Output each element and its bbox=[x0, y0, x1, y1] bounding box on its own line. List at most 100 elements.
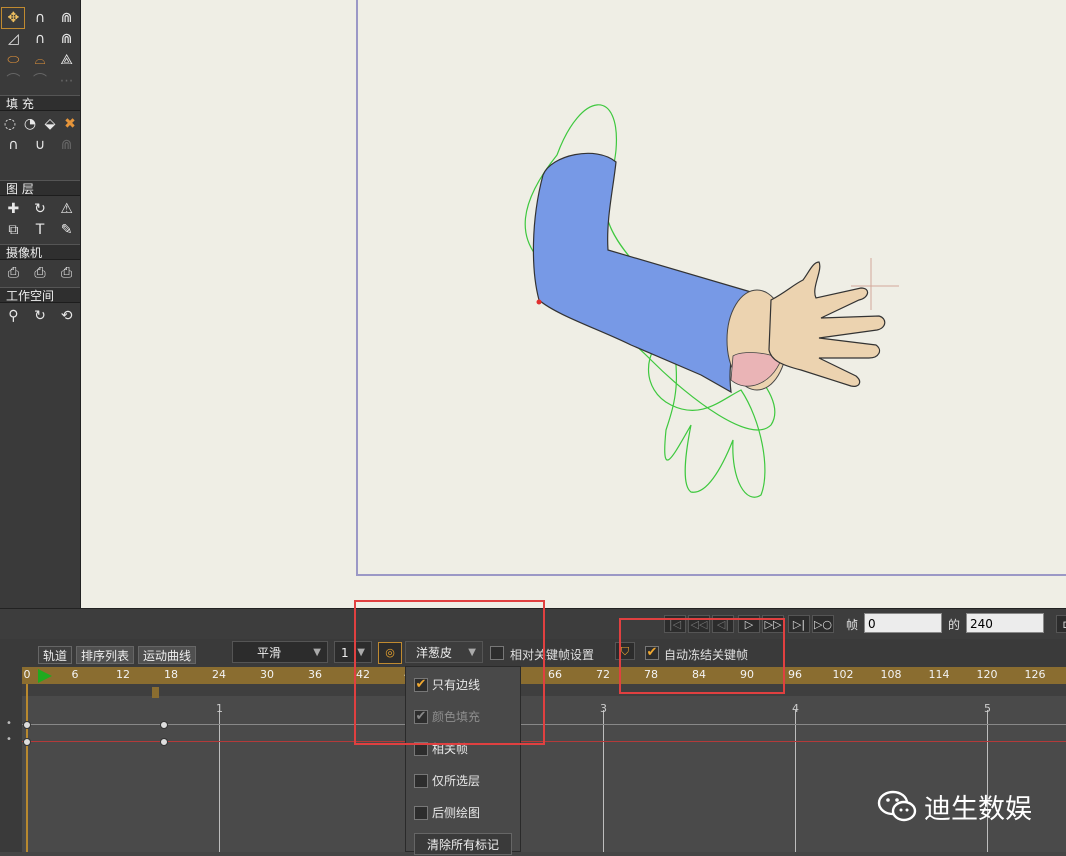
playhead-icon[interactable] bbox=[38, 669, 52, 683]
watermark: 迪生数娱 bbox=[876, 786, 1032, 826]
chevron-down-icon: ▼ bbox=[313, 647, 321, 658]
keyframe-point[interactable] bbox=[23, 721, 31, 729]
tool-row-draw-3: ⬭ ⌓ ⟁ bbox=[0, 50, 80, 70]
paint-bucket-icon[interactable]: ⬙ bbox=[40, 114, 60, 134]
frame-label: 帧 bbox=[846, 618, 859, 632]
second-marker-label: 4 bbox=[792, 702, 799, 715]
shear-icon[interactable]: ⟁ bbox=[56, 50, 78, 70]
ruler-tick-label: 12 bbox=[116, 668, 130, 681]
delete-edge-icon[interactable]: ∩ bbox=[29, 29, 51, 49]
scale-layer-icon[interactable]: ⚠ bbox=[56, 199, 78, 219]
keyframe-marker[interactable] bbox=[152, 687, 159, 698]
text-tool-icon[interactable]: T bbox=[29, 220, 51, 240]
camera-roll-icon[interactable]: ⎙ bbox=[56, 263, 78, 283]
tool-row-draw-2: ◿ ∩ ⋒ bbox=[0, 29, 80, 49]
ruler-tick-label: 126 bbox=[1024, 668, 1046, 681]
lasso-icon[interactable]: ◌ bbox=[0, 114, 20, 134]
rotate-workspace-icon[interactable]: ↻ bbox=[29, 306, 51, 326]
wechat-icon bbox=[877, 790, 917, 822]
more-icon[interactable]: ⊏ bbox=[1056, 615, 1066, 633]
tab-channels[interactable]: 轨道 bbox=[38, 646, 73, 664]
ruler-tick-label: 102 bbox=[832, 668, 854, 681]
interpolation-select[interactable]: 平滑 ▼ bbox=[232, 641, 328, 663]
ruler-tick-label: 36 bbox=[308, 668, 322, 681]
bone-icon[interactable]: ⌒ bbox=[2, 71, 24, 91]
add-point-icon[interactable]: ∩ bbox=[29, 8, 51, 28]
camera-zoom-icon[interactable]: ⎙ bbox=[29, 263, 51, 283]
ruler-tick-label: 66 bbox=[548, 668, 562, 681]
tool-row-fill-2: ∩ ∪ ⋒ bbox=[0, 135, 80, 155]
ruler-tick-label: 24 bbox=[212, 668, 226, 681]
warp-icon[interactable]: ⋯ bbox=[56, 71, 78, 91]
tab-motion-graph[interactable]: 运动曲线 bbox=[138, 646, 197, 664]
track-dot-icon: • bbox=[6, 718, 12, 729]
second-marker-line bbox=[987, 710, 988, 852]
ruler-tick-label: 18 bbox=[164, 668, 178, 681]
tab-sequencer[interactable]: 排序列表 bbox=[76, 646, 135, 664]
menu-item-selected-layer-only[interactable]: 仅所选层 bbox=[414, 772, 480, 790]
ruler-tick-label: 114 bbox=[928, 668, 950, 681]
stroke-exposure-icon[interactable]: ⋒ bbox=[56, 135, 78, 155]
magnet-icon[interactable]: ⋒ bbox=[56, 29, 78, 49]
frame-input[interactable]: 0 bbox=[864, 613, 942, 633]
checkbox-icon bbox=[414, 805, 428, 820]
camera-track-icon[interactable]: ⎙ bbox=[2, 263, 24, 283]
track-dot-icon: • bbox=[6, 734, 12, 745]
menu-item-label: 后侧绘图 bbox=[432, 806, 481, 820]
of-label: 的 bbox=[948, 618, 961, 632]
go-end-icon[interactable]: ▷| bbox=[788, 615, 810, 633]
highlight-box-auto-freeze bbox=[619, 618, 785, 694]
second-marker-line bbox=[795, 710, 796, 852]
perspective-icon[interactable]: ⌓ bbox=[29, 50, 51, 70]
delete-fill-icon[interactable]: ✖ bbox=[60, 114, 80, 134]
ruler-tick-label: 96 bbox=[788, 668, 802, 681]
curvature-icon[interactable]: ⋒ bbox=[56, 8, 78, 28]
tool-row-layer-2: ⧉ T ✎ bbox=[0, 220, 80, 240]
zoom-icon[interactable]: ⚲ bbox=[2, 306, 24, 326]
translate-layer-icon[interactable]: ✚ bbox=[2, 199, 24, 219]
toolbox-panel: ✥ ∩ ⋒ ◿ ∩ ⋒ ⬭ ⌓ ⟁ ⌒ ⌒ ⋯ 填 充 ◌ ◔ ⬙ ✖ ∩ ∪ … bbox=[0, 0, 81, 608]
keyframe-point[interactable] bbox=[23, 738, 31, 746]
track-gutter: • • bbox=[0, 640, 23, 852]
select-fill-icon[interactable]: ◔ bbox=[20, 114, 40, 134]
tool-row-layer-1: ✚ ↻ ⚠ bbox=[0, 199, 80, 219]
toolbox-section-fill: 填 充 bbox=[0, 95, 80, 111]
ruler-tick-label: 108 bbox=[880, 668, 902, 681]
ruler-tick-label: 30 bbox=[260, 668, 274, 681]
interpolation-value: 平滑 bbox=[257, 646, 282, 660]
menu-item-draw-behind[interactable]: 后侧绘图 bbox=[414, 804, 480, 822]
step-value: 1 bbox=[341, 646, 349, 660]
highlight-box-onion bbox=[354, 600, 545, 745]
keyframe-point[interactable] bbox=[160, 721, 168, 729]
watermark-text: 迪生数娱 bbox=[924, 793, 1032, 825]
tool-row-camera: ⎙ ⎙ ⎙ bbox=[0, 263, 80, 283]
menu-item-label: 仅所选层 bbox=[432, 774, 481, 788]
hide-edge-icon[interactable]: ∪ bbox=[29, 135, 51, 155]
camera-frame bbox=[356, 0, 1066, 576]
loop-icon[interactable]: ▷○ bbox=[812, 615, 834, 633]
second-marker-line bbox=[219, 710, 220, 852]
transform-points-icon[interactable]: ✥ bbox=[1, 7, 26, 29]
ruler-tick-label: 72 bbox=[596, 668, 610, 681]
tool-row-workspace: ⚲ ↻ ⟲ bbox=[0, 306, 80, 326]
set-origin-icon[interactable]: ⧉ bbox=[2, 220, 24, 240]
total-frames-input[interactable]: 240 bbox=[966, 613, 1044, 633]
offset-icon[interactable]: ⌒ bbox=[29, 71, 51, 91]
playhead-line bbox=[26, 684, 28, 852]
shape-icon[interactable]: ◿ bbox=[2, 29, 24, 49]
eraser-icon[interactable]: ⬭ bbox=[2, 50, 24, 70]
toolbox-section-workspace: 工作空间 bbox=[0, 287, 80, 303]
second-marker-label: 1 bbox=[216, 702, 223, 715]
line-width-icon[interactable]: ∩ bbox=[2, 135, 24, 155]
toolbox-section-camera: 摄像机 bbox=[0, 244, 80, 260]
pen-icon[interactable]: ✎ bbox=[56, 220, 78, 240]
keyframe-point[interactable] bbox=[160, 738, 168, 746]
toolbox-section-layer: 图 层 bbox=[0, 180, 80, 196]
second-marker-line bbox=[603, 710, 604, 852]
tool-row-draw-4: ⌒ ⌒ ⋯ bbox=[0, 71, 80, 91]
second-marker-label: 3 bbox=[600, 702, 607, 715]
tool-row-fill-1: ◌ ◔ ⬙ ✖ bbox=[0, 114, 80, 134]
reset-workspace-icon[interactable]: ⟲ bbox=[56, 306, 78, 326]
rotate-layer-icon[interactable]: ↻ bbox=[29, 199, 51, 219]
tool-row-draw-1: ✥ ∩ ⋒ bbox=[0, 7, 80, 29]
